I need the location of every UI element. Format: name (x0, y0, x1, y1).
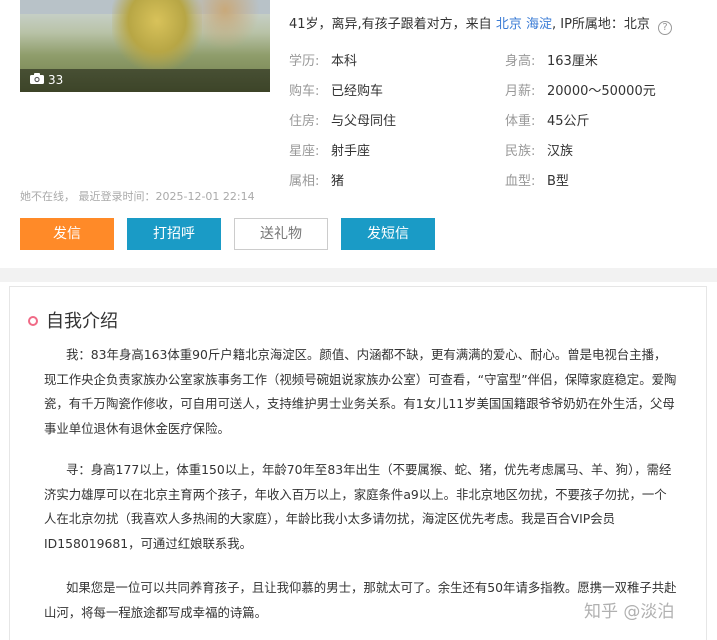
field-blood-type: 血型: B型 (505, 170, 569, 189)
field-value: 已经购车 (331, 84, 384, 99)
field-salary: 月薪: 20000～50000元 (505, 80, 656, 99)
field-label: 住房: (289, 114, 320, 129)
intro-paragraph-text: 我：83年身高163体重90斤户籍北京海淀区。颜值、内涵都不缺，更有满满的爱心、… (44, 347, 677, 436)
field-value: 45公斤 (547, 114, 590, 129)
intro-paragraph-text: 如果您是一位可以共同养育孩子，且让我仰慕的男士，那就太可了。余生还有50年请多指… (44, 580, 677, 620)
circle-bullet-icon (28, 316, 38, 326)
photo-count-bar[interactable]: 33 (20, 69, 270, 92)
field-height: 身高: 163厘米 (505, 50, 598, 69)
field-weight: 体重: 45公斤 (505, 110, 590, 129)
help-icon[interactable]: ? (658, 21, 673, 35)
photo-figure-2 (190, 0, 260, 50)
send-sms-button[interactable]: 发短信 (341, 218, 435, 250)
intro-card: 自我介绍 我：83年身高163体重90斤户籍北京海淀区。颜值、内涵都不缺，更有满… (0, 282, 717, 640)
intro-paragraph: 我：83年身高163体重90斤户籍北京海淀区。颜值、内涵都不缺，更有满满的爱心、… (44, 343, 678, 441)
ip-location: , IP所属地：北京 (551, 17, 650, 32)
field-value: 163厘米 (547, 54, 598, 69)
field-value: 本科 (331, 54, 358, 69)
field-label: 月薪: (505, 84, 536, 99)
field-car: 购车: 已经购车 (289, 80, 383, 99)
field-label: 体重: (505, 114, 536, 129)
online-status: 她不在线， 最近登录时间：2025-12-01 22:14 (20, 190, 255, 203)
send-mail-button[interactable]: 发信 (20, 218, 114, 250)
field-value: 射手座 (331, 144, 371, 159)
field-value: 汉族 (547, 144, 574, 159)
greet-button[interactable]: 打招呼 (127, 218, 221, 250)
field-label: 学历: (289, 54, 320, 69)
location-link[interactable]: 北京 海淀 (496, 17, 552, 32)
intro-heading: 自我介绍 (28, 307, 118, 333)
camera-icon (30, 69, 44, 92)
intro-paragraph: 寻：身高177以上，体重150以上，年龄70年至83年出生（不要属猴、蛇、猪，优… (44, 458, 678, 556)
summary-text: 41岁，离异,有孩子跟着对方，来自 (289, 17, 492, 32)
field-education: 学历: 本科 (289, 50, 357, 69)
field-label: 身高: (505, 54, 536, 69)
zhihu-watermark: 知乎 @淡泊 (584, 602, 675, 622)
field-value: 与父母同住 (331, 114, 397, 129)
field-value: B型 (547, 174, 569, 189)
photo-count: 33 (48, 73, 64, 87)
field-zodiac: 星座: 射手座 (289, 140, 370, 159)
field-housing: 住房: 与父母同住 (289, 110, 396, 129)
field-label: 民族: (505, 144, 536, 159)
profile-card: 33 41岁，离异,有孩子跟着对方，来自 北京 海淀, IP所属地：北京 ? 学… (0, 0, 717, 268)
photo-figure (112, 0, 202, 70)
field-label: 星座: (289, 144, 320, 159)
field-label: 属相: (289, 174, 320, 189)
send-gift-button[interactable]: 送礼物 (234, 218, 328, 250)
intro-title: 自我介绍 (46, 311, 118, 332)
field-value: 猪 (331, 174, 345, 189)
profile-summary: 41岁，离异,有孩子跟着对方，来自 北京 海淀, IP所属地：北京 ? (289, 13, 673, 35)
field-label: 血型: (505, 174, 536, 189)
intro-paragraph-text: 寻：身高177以上，体重150以上，年龄70年至83年出生（不要属猴、蛇、猪，优… (44, 462, 672, 551)
intro-paragraph: 如果您是一位可以共同养育孩子，且让我仰慕的男士，那就太可了。余生还有50年请多指… (44, 576, 678, 625)
field-chinese-zodiac: 属相: 猪 (289, 170, 344, 189)
field-value: 20000～50000元 (547, 84, 656, 99)
field-label: 购车: (289, 84, 320, 99)
field-ethnicity: 民族: 汉族 (505, 140, 573, 159)
